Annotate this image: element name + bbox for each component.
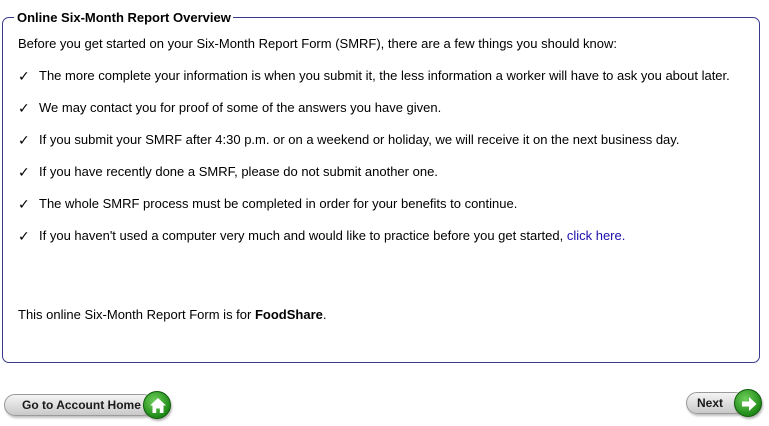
checkmark-icon: ✓	[18, 228, 30, 244]
list-item: ✓ The more complete your information is …	[18, 67, 730, 99]
list-item: ✓ The whole SMRF process must be complet…	[18, 195, 730, 227]
arrow-right-icon	[734, 389, 762, 417]
checkmark-icon: ✓	[18, 196, 30, 212]
checkmark-icon: ✓	[18, 164, 30, 180]
home-icon	[143, 391, 171, 419]
list-item: ✓ If you have recently done a SMRF, plea…	[18, 163, 730, 195]
program-name: FoodShare	[254, 307, 323, 322]
list-item-text: If you submit your SMRF after 4:30 p.m. …	[39, 132, 680, 147]
go-to-account-home-label: Go to Account Home	[4, 394, 154, 416]
practice-link[interactable]: click here.	[567, 228, 626, 243]
intro-text: Before you get started on your Six-Month…	[18, 36, 617, 51]
program-prefix: This online Six-Month Report Form is for	[18, 307, 255, 322]
checkmark-icon: ✓	[18, 132, 30, 148]
program-suffix: .	[322, 307, 327, 322]
checkmark-icon: ✓	[18, 68, 30, 84]
info-list: ✓ The more complete your information is …	[18, 67, 730, 259]
go-to-account-home-button[interactable]: Go to Account Home	[4, 390, 171, 420]
list-item-text: If you have recently done a SMRF, please…	[39, 164, 438, 179]
checkmark-icon: ✓	[18, 100, 30, 116]
list-item-text: The more complete your information is wh…	[39, 68, 730, 83]
panel-title: Online Six-Month Report Overview	[14, 10, 233, 26]
list-item-text: We may contact you for proof of some of …	[39, 100, 442, 115]
list-item: ✓ If you haven't used a computer very mu…	[18, 227, 730, 259]
program-statement: This online Six-Month Report Form is for…	[18, 307, 327, 323]
list-item-text-prefix: If you haven't used a computer very much…	[39, 228, 567, 243]
next-button[interactable]: Next	[686, 388, 764, 418]
list-item: ✓ We may contact you for proof of some o…	[18, 99, 730, 131]
list-item: ✓ If you submit your SMRF after 4:30 p.m…	[18, 131, 730, 163]
list-item-text: If you haven't used a computer very much…	[39, 227, 625, 244]
list-item-text: The whole SMRF process must be completed…	[39, 196, 518, 211]
